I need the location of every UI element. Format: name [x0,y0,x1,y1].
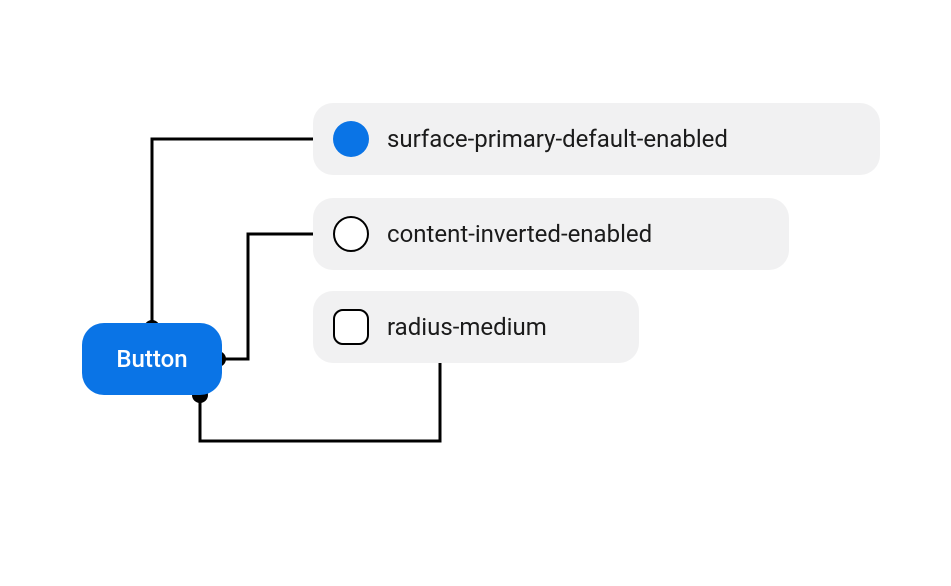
token-label: content-inverted-enabled [387,220,652,248]
token-label: radius-medium [387,313,547,341]
token-pill-content: content-inverted-enabled [313,198,789,270]
token-label: surface-primary-default-enabled [387,125,728,153]
diagram-canvas: Button surface-primary-default-enabled c… [0,0,951,586]
token-pill-radius: radius-medium [313,291,639,363]
example-button[interactable]: Button [82,323,222,395]
color-swatch-icon [333,121,369,157]
token-pill-surface: surface-primary-default-enabled [313,103,880,175]
color-swatch-outline-icon [333,216,369,252]
example-button-label: Button [116,345,187,373]
radius-swatch-icon [333,309,369,345]
